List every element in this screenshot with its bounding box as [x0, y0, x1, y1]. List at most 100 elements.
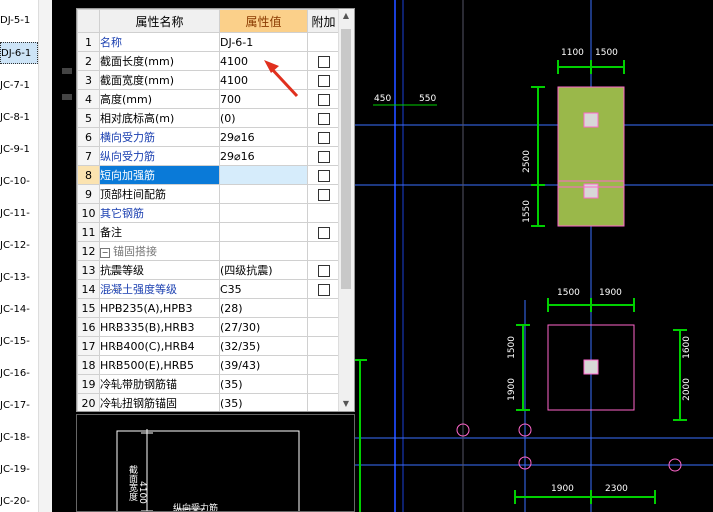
row-name: 相对底标高(m) [99, 108, 220, 128]
row-name: 高度(mm) [99, 89, 220, 109]
row-number: 6 [77, 127, 100, 147]
preview-dim: 4100 [137, 481, 147, 504]
list-item-selected[interactable]: DJ-6-1 [0, 42, 38, 64]
row-number: 4 [77, 89, 100, 109]
row-name: 纵向受力筋 [99, 146, 220, 166]
table-row[interactable]: 18 HRB500(E),HRB5 (39/43) [77, 355, 340, 375]
table-row[interactable]: 11 备注 [77, 222, 340, 242]
row-value[interactable]: (35) [219, 374, 308, 394]
row-extra [307, 374, 340, 394]
row-number: 16 [77, 317, 100, 337]
dim-label: 2500 [522, 150, 532, 173]
row-extra [307, 32, 340, 52]
tool-icon[interactable] [62, 94, 72, 100]
row-value[interactable]: DJ-6-1 [219, 32, 308, 52]
header-value[interactable]: 属性值 [219, 9, 308, 33]
list-item[interactable]: JC-9-1 [0, 139, 38, 161]
table-row[interactable]: 6 横向受力筋 29⌀16 [77, 127, 340, 147]
row-value[interactable] [219, 203, 308, 223]
table-row-selected[interactable]: 8 短向加强筋 [77, 165, 340, 185]
collapse-icon[interactable]: − [100, 248, 110, 258]
list-item[interactable]: DJ-5-1 [0, 10, 38, 32]
row-value[interactable]: C35 [219, 279, 308, 299]
row-value[interactable]: (27/30) [219, 317, 308, 337]
splitter[interactable] [38, 0, 53, 512]
table-row[interactable]: 5 相对底标高(m) (0) [77, 108, 340, 128]
table-row[interactable]: 14 混凝土强度等级 C35 [77, 279, 340, 299]
list-item[interactable]: JC-13- [0, 267, 38, 289]
extra-checkbox[interactable] [317, 150, 330, 163]
row-number: 7 [77, 146, 100, 166]
scroll-down-icon[interactable]: ▼ [341, 399, 351, 409]
row-value[interactable] [219, 222, 308, 242]
list-item[interactable]: JC-8-1 [0, 107, 38, 129]
dim-label: 1550 [522, 200, 532, 223]
extra-checkbox[interactable] [317, 55, 330, 68]
row-name: HRB335(B),HRB3 [99, 317, 220, 337]
list-item[interactable]: JC-12- [0, 235, 38, 257]
table-row[interactable]: 7 纵向受力筋 29⌀16 [77, 146, 340, 166]
row-value[interactable] [219, 184, 308, 204]
cad-canvas[interactable]: 1100 1500 450 550 2500 1550 1500 1900 15… [355, 0, 713, 512]
row-value[interactable]: 29⌀16 [219, 127, 308, 147]
list-item[interactable]: JC-11- [0, 203, 38, 225]
table-row[interactable]: 19 冷轧带肋钢筋锚 (35) [77, 374, 340, 394]
list-item[interactable]: JC-10- [0, 171, 38, 193]
cad-drawing [355, 0, 713, 512]
extra-checkbox[interactable] [317, 169, 330, 182]
row-value[interactable]: (四级抗震) [219, 260, 308, 280]
list-item[interactable]: JC-15- [0, 331, 38, 353]
row-extra [307, 317, 340, 337]
extra-checkbox[interactable] [317, 131, 330, 144]
tool-icon[interactable] [62, 68, 72, 74]
row-value[interactable]: (28) [219, 298, 308, 318]
table-row[interactable]: 17 HRB400(C),HRB4 (32/35) [77, 336, 340, 356]
row-value[interactable]: (35) [219, 393, 308, 411]
scroll-up-icon[interactable]: ▲ [341, 11, 351, 21]
extra-checkbox[interactable] [317, 112, 330, 125]
list-item[interactable]: JC-20- [0, 491, 38, 512]
row-value[interactable]: (32/35) [219, 336, 308, 356]
dim-label: 2300 [605, 484, 628, 494]
dim-label: 1900 [551, 484, 574, 494]
vertical-scrollbar[interactable]: ▲ ▼ [338, 9, 354, 411]
list-item[interactable]: JC-18- [0, 427, 38, 449]
row-value[interactable]: (39/43) [219, 355, 308, 375]
header-extra[interactable]: 附加 [307, 9, 340, 33]
row-extra [307, 336, 340, 356]
property-grid: 属性名称 属性值 附加 1 名称 DJ-6-1 2 截面长度(mm) 4100 … [76, 8, 355, 412]
extra-checkbox[interactable] [317, 283, 330, 296]
extra-checkbox[interactable] [317, 264, 330, 277]
header-name[interactable]: 属性名称 [99, 9, 220, 33]
list-item[interactable]: JC-19- [0, 459, 38, 481]
row-name: HRB400(C),HRB4 [99, 336, 220, 356]
row-number: 8 [77, 165, 100, 185]
table-row[interactable]: 9 顶部柱间配筋 [77, 184, 340, 204]
toolbar-strip [52, 0, 76, 512]
extra-checkbox[interactable] [317, 188, 330, 201]
row-name: 备注 [99, 222, 220, 242]
table-row-group[interactable]: 12 − 锚固搭接 [77, 241, 340, 261]
row-value[interactable]: 29⌀16 [219, 146, 308, 166]
table-row[interactable]: 13 抗震等级 (四级抗震) [77, 260, 340, 280]
preview-drawing [116, 429, 300, 511]
list-item[interactable]: JC-14- [0, 299, 38, 321]
extra-checkbox[interactable] [317, 226, 330, 239]
extra-checkbox[interactable] [317, 74, 330, 87]
extra-checkbox[interactable] [317, 93, 330, 106]
table-row[interactable]: 20 冷轧扭钢筋锚固 (35) [77, 393, 340, 411]
table-row[interactable]: 1 名称 DJ-6-1 [77, 32, 340, 52]
table-row[interactable]: 10 其它钢筋 [77, 203, 340, 223]
dim-label: 1100 [561, 48, 584, 58]
dim-label: 1500 [557, 288, 580, 298]
row-value[interactable]: (0) [219, 108, 308, 128]
row-extra [307, 393, 340, 411]
table-row[interactable]: 15 HPB235(A),HPB3 (28) [77, 298, 340, 318]
list-item[interactable]: JC-16- [0, 363, 38, 385]
list-item[interactable]: JC-7-1 [0, 75, 38, 97]
list-item[interactable]: JC-17- [0, 395, 38, 417]
component-list: DJ-5-1 DJ-6-1 JC-7-1 JC-8-1 JC-9-1 JC-10… [0, 0, 38, 512]
scroll-thumb[interactable] [341, 29, 351, 289]
row-value[interactable] [219, 165, 308, 185]
table-row[interactable]: 16 HRB335(B),HRB3 (27/30) [77, 317, 340, 337]
